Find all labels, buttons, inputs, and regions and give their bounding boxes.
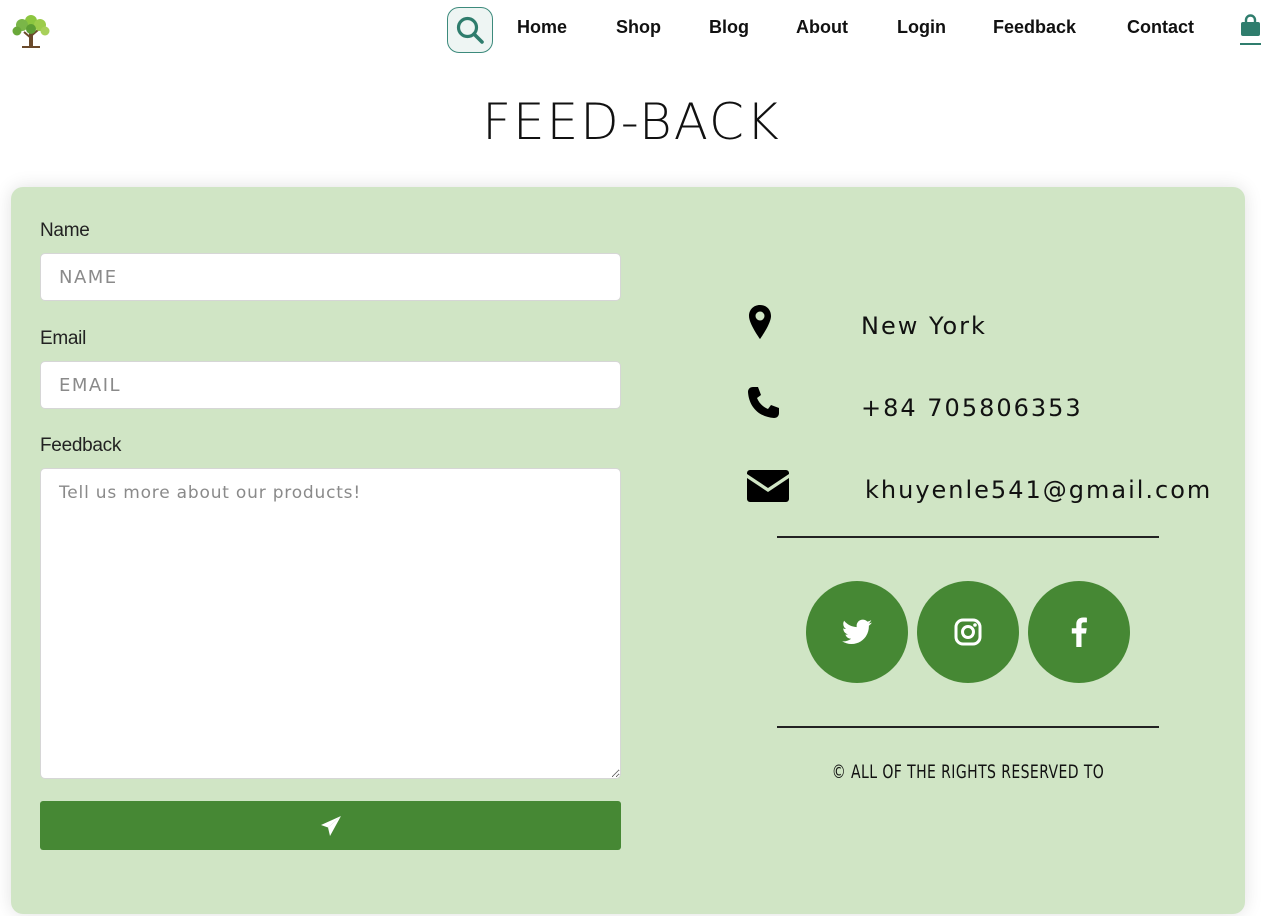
twitter-button[interactable] bbox=[806, 581, 908, 683]
email-label: Email bbox=[40, 328, 87, 349]
divider-bottom bbox=[777, 726, 1159, 728]
site-header: Home Shop Blog About Login Feedback Cont… bbox=[0, 0, 1263, 56]
active-underline bbox=[1240, 43, 1261, 45]
search-button[interactable] bbox=[447, 7, 493, 53]
shopping-bag-icon bbox=[1241, 14, 1260, 36]
paper-plane-icon bbox=[320, 815, 341, 836]
nav-login[interactable]: Login bbox=[897, 16, 946, 38]
nav-blog[interactable]: Blog bbox=[709, 16, 749, 38]
nav-feedback[interactable]: Feedback bbox=[993, 16, 1076, 38]
email-text[interactable]: khuyenle541@gmail.com bbox=[865, 475, 1212, 505]
page-title: FEED-BACK bbox=[482, 93, 781, 151]
cart-button[interactable] bbox=[1240, 14, 1262, 48]
feedback-label: Feedback bbox=[40, 435, 122, 456]
name-input[interactable] bbox=[40, 253, 621, 301]
location-text: New York bbox=[861, 312, 987, 340]
nav-shop[interactable]: Shop bbox=[616, 16, 661, 38]
nav-home[interactable]: Home bbox=[517, 16, 567, 38]
search-icon bbox=[456, 16, 484, 44]
instagram-icon bbox=[954, 618, 982, 646]
divider-top bbox=[777, 536, 1159, 538]
email-input[interactable] bbox=[40, 361, 621, 409]
tree-logo-icon[interactable] bbox=[10, 12, 52, 50]
location-pin-icon bbox=[749, 305, 771, 339]
copyright-text: © ALL OF THE RIGHTS RESERVED TO bbox=[831, 761, 1105, 783]
send-button[interactable] bbox=[40, 801, 621, 850]
phone-text: +84 705806353 bbox=[861, 394, 1083, 422]
facebook-icon bbox=[1071, 617, 1087, 647]
envelope-icon bbox=[747, 470, 789, 502]
instagram-button[interactable] bbox=[917, 581, 1019, 683]
feedback-textarea[interactable] bbox=[40, 468, 621, 779]
nav-contact[interactable]: Contact bbox=[1127, 16, 1194, 38]
name-label: Name bbox=[40, 220, 90, 241]
phone-icon bbox=[748, 387, 779, 418]
feedback-card: Name Email Feedback New York +84 7058063… bbox=[11, 187, 1245, 914]
nav-about[interactable]: About bbox=[796, 16, 848, 38]
twitter-icon bbox=[842, 619, 872, 644]
facebook-button[interactable] bbox=[1028, 581, 1130, 683]
